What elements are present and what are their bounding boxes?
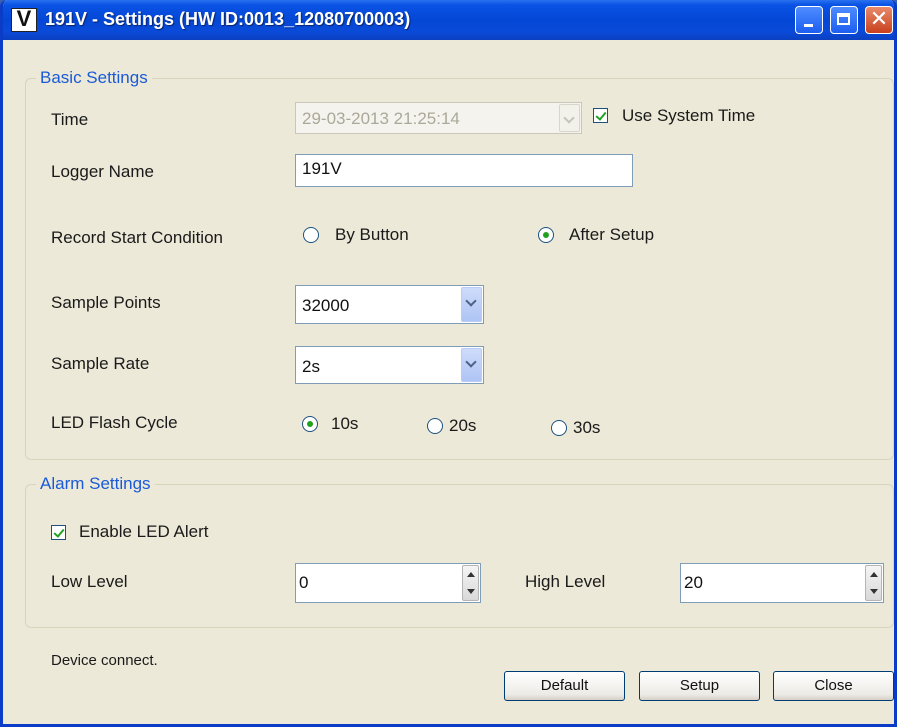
close-icon: ✕: [869, 7, 889, 32]
setup-button[interactable]: Setup: [639, 671, 760, 701]
sample-points-label: Sample Points: [51, 293, 161, 312]
sample-rate-value: 2s: [302, 357, 320, 376]
low-level-spinner[interactable]: 0: [295, 563, 481, 603]
sample-points-value: 32000: [302, 296, 350, 315]
chevron-down-icon: [559, 104, 580, 132]
low-level-label: Low Level: [51, 572, 128, 591]
high-level-value: 20: [684, 573, 703, 592]
led-flash-20s-label[interactable]: 20s: [449, 416, 476, 436]
by-button-label[interactable]: By Button: [335, 225, 409, 245]
time-value: 29-03-2013 21:25:14: [302, 109, 460, 128]
close-window-button[interactable]: ✕: [865, 6, 893, 34]
logger-name-input[interactable]: 191V: [295, 154, 633, 187]
record-start-label: Record Start Condition: [51, 228, 223, 247]
led-flash-20s-radio[interactable]: [427, 418, 443, 434]
sample-rate-label: Sample Rate: [51, 354, 150, 373]
close-button[interactable]: Close: [773, 671, 894, 701]
app-logo-icon[interactable]: V: [11, 6, 37, 32]
sample-rate-select[interactable]: 2s: [295, 346, 484, 384]
default-button[interactable]: Default: [504, 671, 625, 701]
led-flash-30s-radio[interactable]: [551, 420, 567, 436]
basic-settings-group: [25, 78, 894, 460]
chevron-down-icon[interactable]: [461, 348, 482, 382]
spinner-arrows-icon[interactable]: [865, 565, 882, 601]
low-level-value: 0: [299, 573, 309, 592]
use-system-time-label[interactable]: Use System Time: [622, 106, 755, 126]
spinner-arrows-icon[interactable]: [462, 565, 479, 601]
alarm-settings-legend: Alarm Settings: [36, 474, 155, 494]
after-setup-radio[interactable]: [538, 227, 554, 243]
sample-points-select[interactable]: 32000: [295, 285, 484, 324]
status-text: Device connect.: [51, 652, 158, 669]
led-flash-10s-label[interactable]: 10s: [331, 414, 358, 434]
high-level-spinner[interactable]: 20: [680, 563, 884, 603]
time-label: Time: [51, 110, 89, 129]
led-flash-10s-radio[interactable]: [302, 416, 318, 432]
settings-window: V 191V - Settings (HW ID:0013_1208070000…: [0, 0, 897, 727]
logger-name-label: Logger Name: [51, 162, 155, 181]
led-flash-30s-label[interactable]: 30s: [573, 418, 600, 438]
enable-led-alert-checkbox[interactable]: [51, 525, 66, 540]
by-button-radio[interactable]: [303, 227, 319, 243]
chevron-down-icon[interactable]: [461, 287, 482, 322]
after-setup-label[interactable]: After Setup: [569, 225, 654, 245]
basic-settings-legend: Basic Settings: [36, 68, 152, 88]
time-picker: 29-03-2013 21:25:14: [295, 102, 582, 134]
minimize-button[interactable]: [795, 6, 823, 34]
maximize-button[interactable]: [830, 6, 858, 34]
enable-led-alert-label[interactable]: Enable LED Alert: [79, 522, 208, 542]
use-system-time-checkbox[interactable]: [593, 108, 608, 123]
high-level-label: High Level: [525, 572, 606, 591]
title-bar[interactable]: V 191V - Settings (HW ID:0013_1208070000…: [3, 0, 894, 40]
window-title: 191V - Settings (HW ID:0013_12080700003): [45, 9, 411, 29]
led-flash-label: LED Flash Cycle: [51, 413, 178, 432]
alarm-settings-group: [25, 484, 894, 628]
